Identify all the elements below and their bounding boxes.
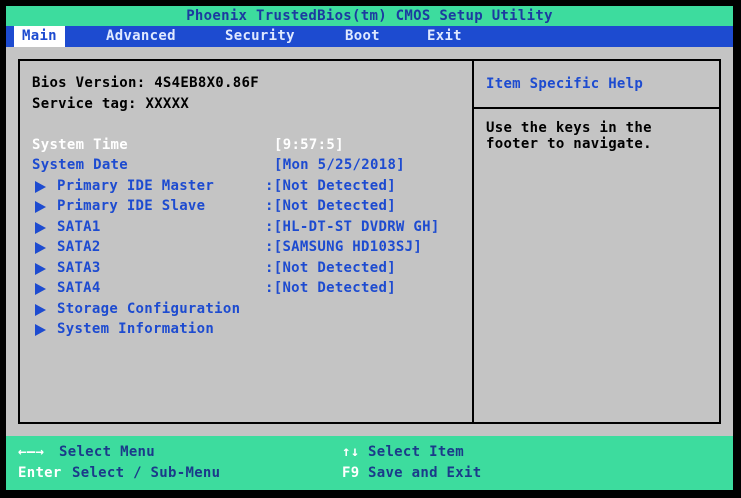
- main-area: Bios Version: 4S4EB8X0.86F Service tag: …: [6, 47, 733, 436]
- footer-bar: ←—→ Select Menu ↑↓ Select Item Enter Sel…: [6, 436, 733, 490]
- select-menu-hint: Select Menu: [59, 444, 156, 460]
- app-title: Phoenix TrustedBios(tm) CMOS Setup Utili…: [186, 8, 553, 24]
- submenu-arrow-icon: [35, 304, 46, 316]
- settings-panel: Bios Version: 4S4EB8X0.86F Service tag: …: [18, 59, 474, 424]
- left-right-arrows-icon: ←—→: [18, 444, 45, 460]
- menu-bar: Main Advanced Security Boot Exit: [6, 26, 733, 47]
- tab-exit[interactable]: Exit: [419, 26, 470, 47]
- help-title: Item Specific Help: [486, 76, 644, 92]
- sata1-value[interactable]: :[HL-DT-ST DVDRW GH]: [265, 218, 440, 236]
- submenu-arrow-icon: [35, 324, 46, 336]
- submenu-arrow-icon: [35, 201, 46, 213]
- f9-key-label: F9: [342, 465, 360, 481]
- tab-boot[interactable]: Boot: [337, 26, 388, 47]
- primary-ide-slave-label[interactable]: Primary IDE Slave: [57, 197, 205, 215]
- up-down-arrows-icon: ↑↓: [342, 444, 360, 460]
- system-date-label[interactable]: System Date: [32, 156, 128, 174]
- enter-key-label: Enter: [18, 465, 62, 481]
- storage-configuration-label[interactable]: Storage Configuration: [57, 300, 240, 318]
- sata2-value[interactable]: :[SAMSUNG HD103SJ]: [265, 238, 422, 256]
- submenu-arrow-icon: [35, 242, 46, 254]
- primary-ide-master-label[interactable]: Primary IDE Master: [57, 177, 214, 195]
- system-date-value[interactable]: [Mon 5/25/2018]: [274, 156, 405, 174]
- enter-action-hint: Select / Sub-Menu: [72, 465, 221, 481]
- tab-advanced[interactable]: Advanced: [98, 26, 184, 47]
- submenu-arrow-icon: [35, 222, 46, 234]
- submenu-arrow-icon: [35, 263, 46, 275]
- bios-version: Bios Version: 4S4EB8X0.86F: [32, 75, 259, 91]
- sata3-value[interactable]: :[Not Detected]: [265, 259, 396, 277]
- system-time-label[interactable]: System Time: [32, 136, 128, 154]
- tab-security[interactable]: Security: [217, 26, 303, 47]
- primary-ide-slave-value[interactable]: :[Not Detected]: [265, 197, 396, 215]
- help-panel: Item Specific Help Use the keys in the f…: [472, 59, 721, 424]
- help-divider: [474, 107, 719, 109]
- submenu-arrow-icon: [35, 283, 46, 295]
- submenu-arrow-icon: [35, 181, 46, 193]
- sata1-label[interactable]: SATA1: [57, 218, 101, 236]
- system-time-value[interactable]: [9:57:5]: [274, 136, 344, 154]
- system-information-label[interactable]: System Information: [57, 320, 214, 338]
- primary-ide-master-value[interactable]: :[Not Detected]: [265, 177, 396, 195]
- f9-action-hint: Save and Exit: [368, 465, 482, 481]
- tab-main[interactable]: Main: [14, 26, 65, 47]
- sata4-value[interactable]: :[Not Detected]: [265, 279, 396, 297]
- title-bar: Phoenix TrustedBios(tm) CMOS Setup Utili…: [6, 6, 733, 26]
- select-item-hint: Select Item: [368, 444, 465, 460]
- help-text-line2: footer to navigate.: [486, 136, 652, 152]
- sata4-label[interactable]: SATA4: [57, 279, 101, 297]
- sata2-label[interactable]: SATA2: [57, 238, 101, 256]
- service-tag: Service tag: XXXXX: [32, 96, 190, 112]
- sata3-label[interactable]: SATA3: [57, 259, 101, 277]
